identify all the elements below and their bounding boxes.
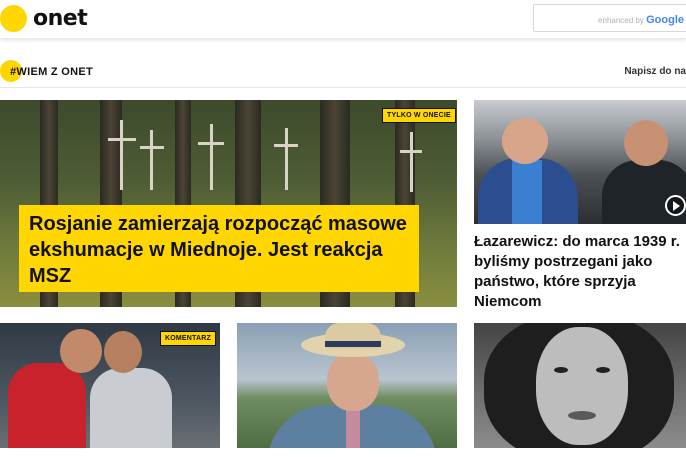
cross <box>410 132 413 192</box>
search-branding: enhanced by Google <box>598 14 684 26</box>
person-figure <box>624 120 668 166</box>
portrait-article-image[interactable] <box>474 323 686 448</box>
portrait-figure <box>536 327 628 445</box>
exclusive-tag: TYLKO W ONECIE <box>382 108 456 123</box>
cross <box>120 120 123 190</box>
portrait-figure <box>554 367 568 373</box>
section-title[interactable]: #WIEM Z ONET <box>10 66 93 78</box>
portrait-figure <box>568 411 596 420</box>
search-input[interactable]: enhanced by Google <box>533 4 686 32</box>
cross <box>140 146 164 149</box>
coach-figure <box>90 368 172 448</box>
main-headline-text[interactable]: Rosjanie zamierzają rozpocząć masowe eks… <box>29 213 407 287</box>
cross <box>198 142 224 145</box>
onet-logo[interactable]: onet <box>0 4 88 32</box>
person-figure <box>502 118 548 164</box>
hat-figure <box>325 341 381 347</box>
coach-figure <box>104 331 142 373</box>
person-figure <box>512 160 542 224</box>
logo-dot-icon <box>0 4 27 32</box>
cross <box>400 150 422 153</box>
logo-text: onet <box>33 5 88 31</box>
section-header: #WIEM Z ONET Napisz do na <box>0 56 686 88</box>
cross <box>285 128 288 190</box>
hat-man-article-image[interactable] <box>237 323 457 448</box>
cross <box>108 138 136 141</box>
person-figure <box>327 353 379 411</box>
play-icon[interactable] <box>665 195 686 216</box>
google-logo: Google <box>646 14 684 26</box>
video-article-headline[interactable]: Łazarewicz: do marca 1939 r. byliśmy pos… <box>474 232 686 312</box>
video-article-image[interactable] <box>474 100 686 224</box>
main-article-headline[interactable]: Rosjanie zamierzają rozpocząć masowe eks… <box>19 205 419 292</box>
portrait-figure <box>596 367 610 373</box>
football-article-image[interactable]: KOMENTARZ <box>0 323 220 448</box>
comment-tag: KOMENTARZ <box>160 331 216 346</box>
cross <box>210 124 213 190</box>
cross <box>150 130 153 190</box>
person-figure <box>346 409 360 448</box>
top-bar: onet enhanced by Google <box>0 0 686 38</box>
player-figure <box>8 363 86 448</box>
cross <box>274 144 298 147</box>
player-figure <box>60 329 102 373</box>
write-to-us-link[interactable]: Napisz do na <box>624 66 686 77</box>
enhanced-by-label: enhanced by <box>598 16 644 25</box>
